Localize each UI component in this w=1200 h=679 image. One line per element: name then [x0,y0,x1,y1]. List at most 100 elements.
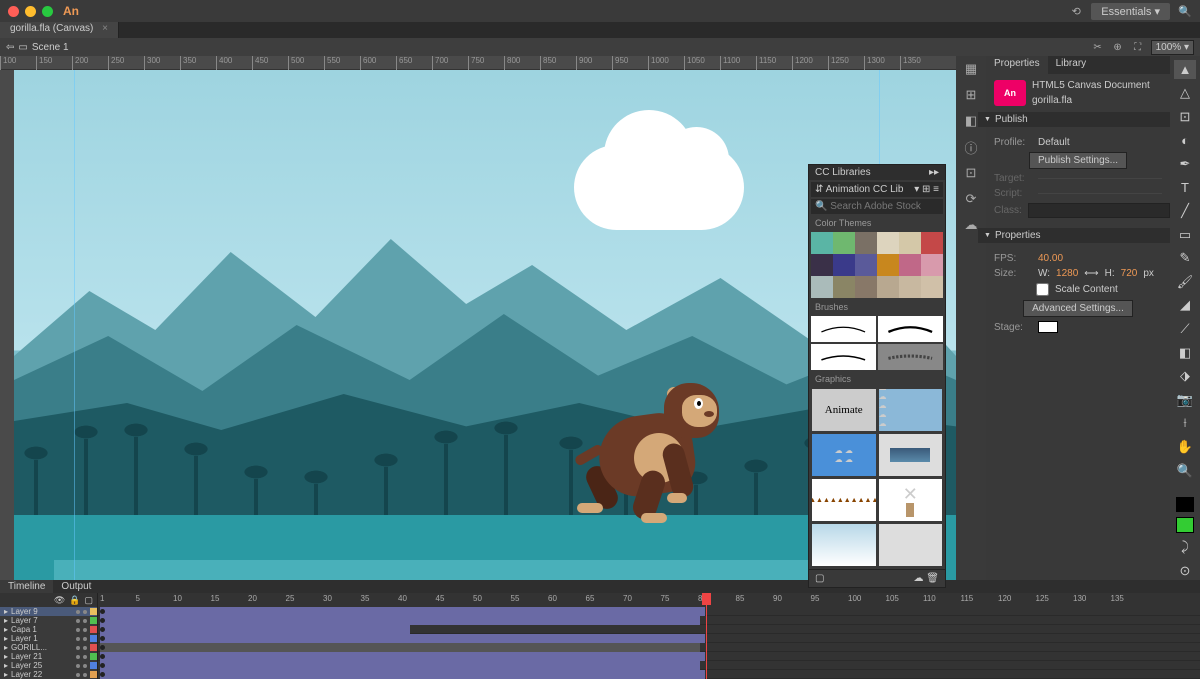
zoom-input[interactable]: 100% ▾ [1151,40,1194,55]
hand-tool[interactable]: ✋ [1174,438,1196,457]
publish-settings-button[interactable]: Publish Settings... [1029,152,1127,169]
color-swatch[interactable] [899,232,921,254]
lasso-tool[interactable]: ◐ [1174,131,1196,150]
tab-library[interactable]: Library [1048,56,1095,74]
library-selector[interactable]: ⇵ Animation CC Lib▾ ⊞ ≡ [811,182,943,197]
info-panel-icon[interactable]: ⓘ [962,138,980,156]
subselection-tool[interactable]: △ [1174,84,1196,103]
graphic-item[interactable]: ☁ ☁☁ ☁ [812,434,876,476]
camera-tool[interactable]: 📷 [1174,391,1196,410]
snap-toggle[interactable]: ⊙ [1174,561,1196,580]
color-swatch[interactable] [855,232,877,254]
paint-bucket-tool[interactable]: ◢ [1174,296,1196,315]
rectangle-tool[interactable]: ▭ [1174,225,1196,244]
clip-icon[interactable]: ✂ [1091,40,1105,54]
width-value[interactable]: 1280 [1056,268,1078,279]
height-value[interactable]: 720 [1121,268,1138,279]
panel-menu-icon[interactable]: ▸▸ [929,167,939,178]
layer-track[interactable] [98,625,1200,634]
scale-content-checkbox[interactable] [1036,283,1049,296]
lib-add-icon[interactable]: ▢ [815,573,824,584]
color-swatch[interactable] [833,232,855,254]
timeline-layer[interactable]: ▸Layer 21 [0,652,97,661]
bone-tool[interactable]: ⟊ [1174,414,1196,433]
timeline-layer[interactable]: ▸GORILL... [0,643,97,652]
graphic-item[interactable]: ☁☁☁☁☁☁☁☁☁☁ [879,389,943,431]
close-window-button[interactable] [8,6,19,17]
close-tab-icon[interactable]: × [102,23,108,34]
sync-icon[interactable]: ⟲ [1069,4,1083,18]
advanced-settings-button[interactable]: Advanced Settings... [1023,300,1133,317]
history-panel-icon[interactable]: ⟳ [962,190,980,208]
free-transform-tool[interactable]: ⊡ [1174,107,1196,126]
playhead[interactable] [706,593,707,679]
graphic-item[interactable]: Animate [812,389,876,431]
graphic-item[interactable] [879,524,943,566]
fps-value[interactable]: 40.00 [1038,253,1063,264]
brush-item[interactable] [878,316,943,342]
brush-tool[interactable]: 🖌 [1174,272,1196,291]
frame-ruler[interactable]: 1510152025303540455055606570758085909510… [98,593,1200,607]
stage-color-swatch[interactable] [1038,321,1058,333]
color-swatch[interactable] [877,276,899,298]
brush-item[interactable] [878,344,943,370]
document-tab[interactable]: gorilla.fla (Canvas) × [0,22,119,38]
minimize-window-button[interactable] [25,6,36,17]
color-swatch[interactable] [921,232,943,254]
align-panel-icon[interactable]: ▦ [962,60,980,78]
maximize-window-button[interactable] [42,6,53,17]
swap-colors-icon[interactable]: ⤸ [1174,538,1196,557]
line-tool[interactable]: ╱ [1174,202,1196,221]
scene-back-icon[interactable]: ⇦ [6,42,14,53]
center-stage-icon[interactable]: ⊕ [1111,40,1125,54]
frames-area[interactable]: 1510152025303540455055606570758085909510… [98,593,1200,679]
search-icon[interactable]: 🔍 [1178,4,1192,18]
tab-output[interactable]: Output [53,580,99,593]
brush-item[interactable] [811,344,876,370]
selection-tool[interactable]: ▲ [1174,60,1196,79]
width-tool[interactable]: ⬗ [1174,367,1196,386]
timeline-layer[interactable]: ▸Layer 25 [0,661,97,670]
properties-section-header[interactable]: Properties [978,228,1178,243]
color-swatch[interactable] [811,276,833,298]
brush-item[interactable] [811,316,876,342]
class-input[interactable] [1028,203,1170,218]
stock-search-input[interactable]: 🔍 Search Adobe Stock [811,199,943,214]
color-swatch[interactable] [811,232,833,254]
color-swatch[interactable] [833,254,855,276]
stroke-color[interactable] [1176,497,1194,513]
graphic-item[interactable] [879,434,943,476]
workspace-selector[interactable]: Essentials ▾ [1091,3,1170,20]
lib-cloud-icon[interactable]: ☁ [914,573,924,584]
timeline-layer[interactable]: ▸Layer 9 [0,607,97,616]
color-swatch[interactable] [877,254,899,276]
gorilla-character[interactable] [579,365,729,525]
layer-track[interactable] [98,661,1200,670]
layer-track[interactable] [98,607,1200,616]
pencil-tool[interactable]: ✎ [1174,249,1196,268]
layer-track[interactable] [98,652,1200,661]
fill-color[interactable] [1176,517,1194,533]
guide-line[interactable] [74,70,75,580]
color-swatch[interactable] [921,276,943,298]
transform-panel-icon[interactable]: ⊡ [962,164,980,182]
graphic-item[interactable]: ✕ [879,479,943,521]
tab-timeline[interactable]: Timeline [0,580,53,593]
layer-track[interactable] [98,616,1200,625]
color-swatch[interactable] [811,254,833,276]
color-swatch[interactable] [899,276,921,298]
color-swatch[interactable] [899,254,921,276]
text-tool[interactable]: T [1174,178,1196,197]
color-swatch[interactable] [833,276,855,298]
link-wh-icon[interactable]: ⟷ [1084,268,1098,279]
color-swatch[interactable] [921,254,943,276]
lib-trash-icon[interactable]: 🗑 [926,573,939,584]
color-swatch[interactable] [855,254,877,276]
color-swatch[interactable] [855,276,877,298]
layer-track[interactable] [98,634,1200,643]
fit-icon[interactable]: ⛶ [1131,40,1145,54]
publish-section-header[interactable]: Publish [978,112,1178,127]
swatches-panel-icon[interactable]: ⊞ [962,86,980,104]
eyedropper-tool[interactable]: ⟋ [1174,320,1196,339]
scene-breadcrumb[interactable]: ⇦ ▭ Scene 1 [6,42,69,53]
